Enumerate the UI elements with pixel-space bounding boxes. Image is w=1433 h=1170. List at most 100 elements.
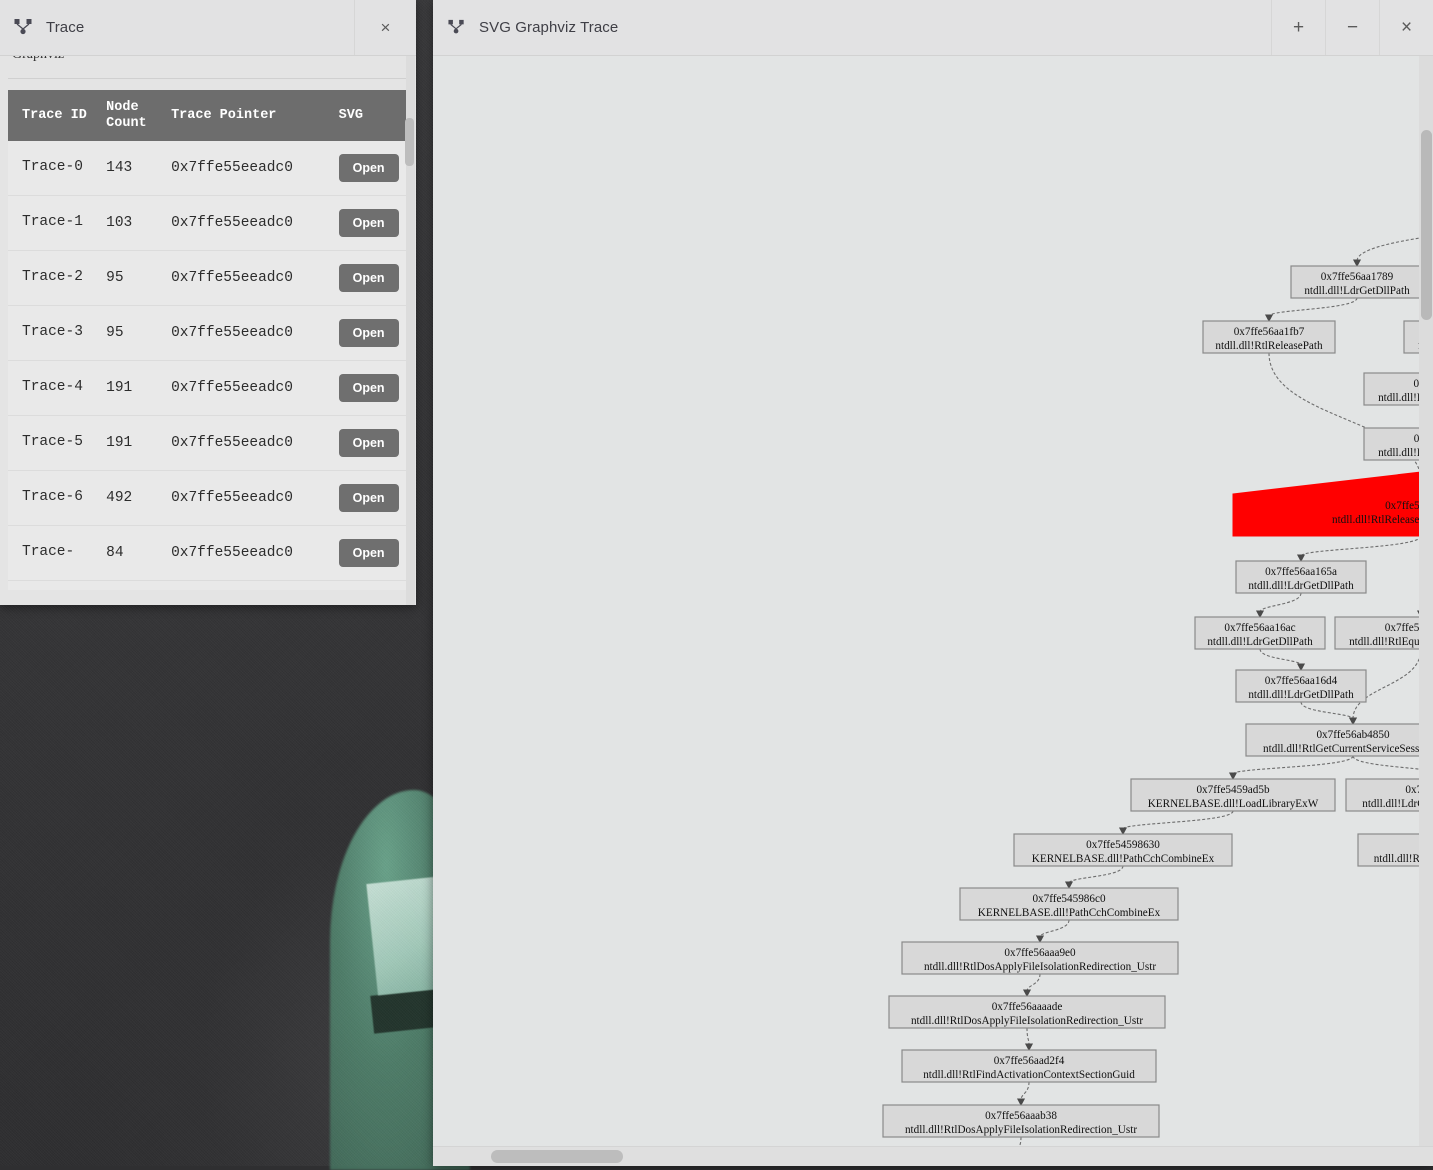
graph-node[interactable]: 0x7ffe56aad2f4ntdll.dll!RtlFindActivatio… (902, 1050, 1156, 1082)
graph-node[interactable]: 0x7ffe56ab4850ntdll.dll!RtlGetCurrentSer… (1246, 724, 1433, 756)
graph-node-symbol: ntdll.dll!RtlGetCurrentServiceSessionId (1263, 743, 1433, 755)
graph-horizontal-scrollbar[interactable] (433, 1146, 1433, 1166)
graph-edge (1266, 298, 1357, 321)
graph-node[interactable]: 0x7ffe54598630KERNELBASE.dll!PathCchComb… (1014, 834, 1232, 866)
graph-node-address: 0x7ffe56aaaade (992, 1001, 1063, 1013)
cell-trace-id: Trace-6 (8, 471, 100, 526)
open-trace-button[interactable]: Open (339, 484, 399, 512)
graph-node[interactable]: 0x7ffe56aaa9e0 ntdll.dll!RtlDosApplyFileI… (902, 942, 1178, 974)
graph-node-address: 0x7ffe56aaab38 (985, 1110, 1057, 1122)
trace-table-head: Trace ID Node Count Trace Pointer SVG (8, 90, 408, 141)
trace-table-body: Trace-01430x7ffe55eeadc0OpenTrace-11030x… (8, 141, 408, 581)
graph-edge (1018, 1082, 1029, 1105)
open-trace-button[interactable]: Open (339, 264, 399, 292)
graph-node[interactable]: 0x7ffe56aaaadentdll.dll!RtlDosApplyFileI… (889, 996, 1165, 1028)
cell-svg-action: Open (333, 361, 408, 416)
cell-node-count: 95 (100, 306, 165, 361)
table-row: Trace-2950x7ffe55eeadc0Open (8, 251, 408, 306)
graph-node-address: 0x7ffe56aaa9e0 (1004, 947, 1076, 959)
graph-vertical-scrollbar-thumb[interactable] (1421, 130, 1432, 320)
cell-svg-action: Open (333, 196, 408, 251)
trace-scrollbar-thumb[interactable] (405, 118, 414, 166)
cell-trace-pointer: 0x7ffe55eeadc0 (165, 471, 333, 526)
table-row: Trace-51910x7ffe55eeadc0Open (8, 416, 408, 471)
cell-trace-id: Trace-0 (8, 141, 100, 196)
breadcrumb-divider (8, 78, 408, 79)
cell-trace-pointer: 0x7ffe55eeadc0 (165, 526, 333, 581)
table-row: Trace-01430x7ffe55eeadc0Open (8, 141, 408, 196)
graph-node-symbol: ntdll.dll!RtlDosApplyFileIsolationRedire… (924, 961, 1156, 973)
graph-node-symbol: KERNELBASE.dll!PathCchCombineEx (978, 907, 1161, 919)
graph-canvas[interactable]: 0x7ffe56aa1748ntdll.dll!LdrGetDllPath0x7… (433, 56, 1433, 1146)
cell-svg-action: Open (333, 471, 408, 526)
open-trace-button[interactable]: Open (339, 429, 399, 457)
column-header-svg: SVG (333, 90, 408, 141)
trace-scrollbar-track[interactable] (406, 56, 415, 605)
zoom-out-icon[interactable]: − (1325, 0, 1379, 55)
graph-node[interactable]: 0x7ffe56aa1789ntdll.dll!LdrGetDllPath (1291, 266, 1423, 298)
graph-node-symbol: ntdll.dll!RtlReleaseSRWLockExclusive (1332, 514, 1433, 526)
graph-edge (1260, 649, 1304, 670)
cell-svg-action: Open (333, 141, 408, 196)
graph-node[interactable]: 0x7ffe5459ad5b KERNELBASE.dll!LoadLibrary… (1131, 779, 1335, 811)
open-trace-button[interactable]: Open (339, 154, 399, 182)
graph-node[interactable]: 0x7ffe56aa16ac ntdll.dll!LdrGetDllPath (1195, 617, 1325, 649)
cell-node-count: 191 (100, 361, 165, 416)
graph-node[interactable]: 0x7ffe545986c0KERNELBASE.dll!PathCchComb… (960, 888, 1178, 920)
graph-edge (1066, 866, 1123, 888)
cell-trace-id: Trace-5 (8, 416, 100, 471)
graph-edge (1037, 920, 1069, 942)
open-trace-button[interactable]: Open (339, 374, 399, 402)
graph-edge (1120, 811, 1233, 834)
graph-node-symbol: KERNELBASE.dll!PathCchCombineEx (1032, 853, 1215, 865)
graph-edge (1301, 702, 1356, 724)
graph-node[interactable]: 0x7ffe56aa2c70ntdll.dll!RtlReleaseSRWLoc… (1233, 472, 1433, 536)
graph-vertical-scrollbar[interactable] (1419, 56, 1433, 1146)
graph-node-symbol: KERNELBASE.dll!LoadLibraryExW (1148, 798, 1319, 810)
close-icon[interactable]: × (354, 0, 416, 55)
cell-trace-id: Trace-3 (8, 306, 100, 361)
column-header-trace-id: Trace ID (8, 90, 100, 141)
graph-node[interactable]: 0x7ffe56aa1fb7ntdll.dll!RtlReleasePath (1203, 321, 1335, 353)
graph-node-symbol: ntdll.dll!RtlFindActivationContextSectio… (923, 1069, 1135, 1081)
graph-node-address: 0x7ffe56aa1fb7 (1234, 326, 1305, 338)
trace-table-container: Trace ID Node Count Trace Pointer SVG Tr… (8, 90, 408, 590)
graph-node[interactable]: 0x7ffe56aaab38ntdll.dll!RtlDosApplyFileI… (883, 1105, 1159, 1137)
graph-edge (1298, 536, 1421, 561)
graph-node-icon (0, 18, 46, 37)
graph-window-titlebar[interactable]: SVG Graphviz Trace + − × (433, 0, 1433, 56)
graph-node[interactable]: 0x7ffe56aa165antdll.dll!LdrGetDllPath (1236, 561, 1366, 593)
breadcrumb-label: Graphviz (12, 56, 64, 63)
open-trace-button[interactable]: Open (339, 209, 399, 237)
trace-table: Trace ID Node Count Trace Pointer SVG Tr… (8, 90, 408, 581)
trace-table-header-row: Trace ID Node Count Trace Pointer SVG (8, 90, 408, 141)
cell-node-count: 103 (100, 196, 165, 251)
zoom-in-icon[interactable]: + (1271, 0, 1325, 55)
graph-node[interactable]: 0x7ffe56aa16d4ntdll.dll!LdrGetDllPath (1236, 670, 1366, 702)
graph-node-address: 0x7ffe56aa16ac (1224, 622, 1295, 634)
graph-window: SVG Graphviz Trace + − × 0x7ffe56aa1748n… (433, 0, 1433, 1166)
graph-node-symbol: ntdll.dll!LdrGetDllPath (1207, 636, 1313, 648)
trace-window-titlebar[interactable]: Trace × (0, 0, 416, 56)
graph-node-address: 0x7ffe56aa165a (1265, 566, 1337, 578)
breadcrumb: Graphviz (8, 56, 408, 78)
trace-window-controls: × (354, 0, 416, 55)
graph-edge (1026, 1028, 1032, 1050)
open-trace-button[interactable]: Open (339, 319, 399, 347)
cell-svg-action: Open (333, 306, 408, 361)
trace-window-body: Graphviz Trace ID Node Count Trace Point… (0, 56, 416, 605)
table-row: Trace-840x7ffe55eeadc0Open (8, 526, 408, 581)
cell-trace-pointer: 0x7ffe55eeadc0 (165, 306, 333, 361)
table-row: Trace-11030x7ffe55eeadc0Open (8, 196, 408, 251)
graph-nodes: 0x7ffe56aa1748ntdll.dll!LdrGetDllPath0x7… (883, 103, 1433, 1146)
graph-node-address: 0x7ffe5459ad5b (1196, 784, 1270, 796)
cell-node-count: 95 (100, 251, 165, 306)
cell-trace-id: Trace-4 (8, 361, 100, 416)
graph-window-controls: + − × (1271, 0, 1433, 55)
cell-svg-action: Open (333, 526, 408, 581)
graphviz-diagram: 0x7ffe56aa1748ntdll.dll!LdrGetDllPath0x7… (433, 56, 1433, 1146)
close-icon[interactable]: × (1379, 0, 1433, 55)
graph-horizontal-scrollbar-thumb[interactable] (491, 1150, 623, 1163)
open-trace-button[interactable]: Open (339, 539, 399, 567)
cell-trace-id: Trace-1 (8, 196, 100, 251)
